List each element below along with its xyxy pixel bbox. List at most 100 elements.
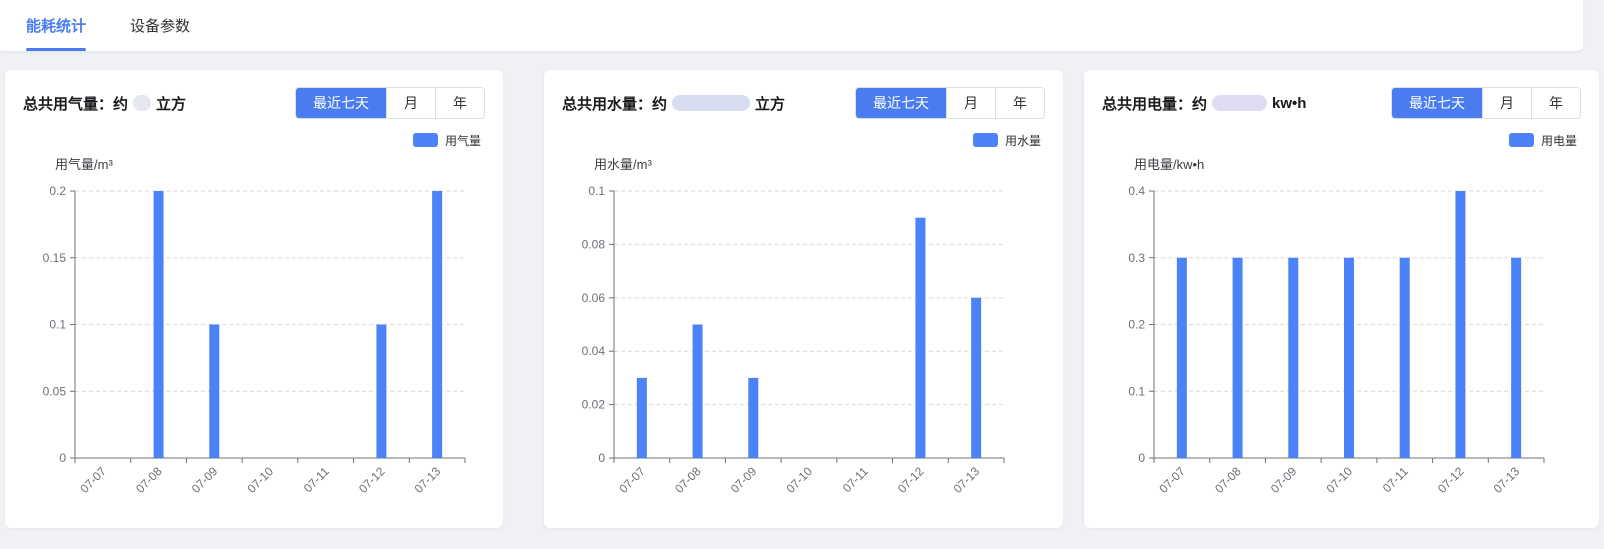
svg-text:07-08: 07-08 xyxy=(133,464,165,496)
y-axis-title: 用气量/m³ xyxy=(55,154,485,173)
bar-07-07[interactable] xyxy=(637,378,647,458)
panel-gas-usage: 总共用气量：约 立方 最近七天月年 用气量 用气量/m³ 0 0.05 0.1 0.1… xyxy=(5,70,503,528)
svg-text:07-11: 07-11 xyxy=(840,464,871,495)
svg-text:07-11: 07-11 xyxy=(301,464,332,495)
panel-electricity-title-unit: kw•h xyxy=(1272,95,1306,112)
bar-07-08[interactable] xyxy=(154,191,164,458)
svg-text:07-12: 07-12 xyxy=(895,464,927,496)
bar-07-12[interactable] xyxy=(1455,191,1465,458)
bar-07-13[interactable] xyxy=(971,298,981,458)
svg-text:07-07: 07-07 xyxy=(1156,464,1188,496)
tab-bar: 能耗统计 设备参数 xyxy=(0,0,1583,52)
bar-07-08[interactable] xyxy=(1233,258,1243,458)
svg-text:07-13: 07-13 xyxy=(1491,464,1523,496)
svg-text:0.2: 0.2 xyxy=(1128,318,1145,332)
svg-text:0.2: 0.2 xyxy=(49,184,66,198)
range-button-month[interactable]: 月 xyxy=(946,88,995,118)
svg-text:0: 0 xyxy=(1138,451,1145,465)
gas-usage-chart[interactable]: 0 0.05 0.1 0.15 0.2 07-07 07-08 07-09 07-10 07-11… xyxy=(23,175,485,522)
legend-swatch xyxy=(973,133,998,147)
svg-text:0.4: 0.4 xyxy=(1128,184,1145,198)
legend-label: 用电量 xyxy=(1541,132,1577,149)
legend-swatch xyxy=(1509,133,1534,147)
bar-07-12[interactable] xyxy=(376,325,386,459)
svg-text:07-07: 07-07 xyxy=(616,464,648,496)
svg-text:0.3: 0.3 xyxy=(1128,251,1145,265)
range-button-last-7-days[interactable]: 最近七天 xyxy=(856,88,946,118)
svg-text:0.1: 0.1 xyxy=(1128,384,1145,398)
redacted-value xyxy=(1212,95,1267,111)
active-tab-underline xyxy=(26,48,86,51)
svg-text:07-10: 07-10 xyxy=(784,464,816,496)
panel-water-title-text: 总共用水量：约 xyxy=(562,93,667,114)
bar-07-09[interactable] xyxy=(748,378,758,458)
redacted-value xyxy=(133,95,151,111)
svg-text:07-11: 07-11 xyxy=(1380,464,1411,495)
svg-text:0.05: 0.05 xyxy=(43,384,67,398)
y-axis-title: 用电量/kw•h xyxy=(1134,154,1581,173)
legend: 用水量 xyxy=(562,132,1045,148)
range-button-group: 最近七天月年 xyxy=(295,87,485,119)
panel-water-usage: 总共用水量：约 立方 最近七天月年 用水量 用水量/m³ 00.020.040.… xyxy=(544,70,1063,528)
range-button-last-7-days[interactable]: 最近七天 xyxy=(1392,88,1482,118)
svg-text:07-08: 07-08 xyxy=(1212,464,1244,496)
svg-text:0.02: 0.02 xyxy=(582,398,606,412)
bar-07-13[interactable] xyxy=(1511,258,1521,458)
water-usage-chart[interactable]: 00.020.040.060.080.107-0707-0807-0907-10… xyxy=(562,175,1045,522)
svg-text:0: 0 xyxy=(59,451,66,465)
tab-energy-stats[interactable]: 能耗统计 xyxy=(26,0,86,51)
bar-07-08[interactable] xyxy=(693,325,703,459)
svg-text:0.08: 0.08 xyxy=(582,237,606,251)
svg-text:0: 0 xyxy=(598,451,605,465)
dashboard-cards-row: 总共用气量：约 立方 最近七天月年 用气量 用气量/m³ 00.050.10.1… xyxy=(0,70,1604,528)
svg-text:07-09: 07-09 xyxy=(189,464,221,496)
svg-text:07-09: 07-09 xyxy=(1268,464,1300,496)
legend: 用气量 xyxy=(23,132,485,148)
bar-07-11[interactable] xyxy=(1400,258,1410,458)
range-button-year[interactable]: 年 xyxy=(995,88,1044,118)
svg-text:07-08: 07-08 xyxy=(672,464,704,496)
tab-energy-stats-label: 能耗统计 xyxy=(26,15,86,36)
bar-07-12[interactable] xyxy=(915,218,925,458)
panel-water-title-unit: 立方 xyxy=(755,93,785,114)
range-button-last-7-days[interactable]: 最近七天 xyxy=(296,88,386,118)
panel-electricity-title-text: 总共用电量：约 xyxy=(1102,93,1207,114)
panel-electricity-usage: 总共用电量：约 kw•h 最近七天月年 用电量 用电量/kw•h 0 0.1 0.2… xyxy=(1084,70,1599,528)
panel-gas-header: 总共用气量：约 立方 最近七天月年 xyxy=(23,86,485,120)
svg-text:07-10: 07-10 xyxy=(1324,464,1356,496)
panel-water-title: 总共用水量：约 立方 xyxy=(562,93,785,114)
range-button-month[interactable]: 月 xyxy=(386,88,435,118)
bar-07-07[interactable] xyxy=(1177,258,1187,458)
range-button-month[interactable]: 月 xyxy=(1482,88,1531,118)
svg-text:07-13: 07-13 xyxy=(412,464,444,496)
svg-text:0.1: 0.1 xyxy=(49,318,66,332)
range-button-group: 最近七天月年 xyxy=(855,87,1045,119)
panel-gas-title: 总共用气量：约 立方 xyxy=(23,93,186,114)
bar-07-09[interactable] xyxy=(1288,258,1298,458)
svg-text:07-07: 07-07 xyxy=(77,464,109,496)
bar-07-10[interactable] xyxy=(1344,258,1354,458)
legend-label: 用气量 xyxy=(445,132,481,149)
panel-electricity-title: 总共用电量：约 kw•h xyxy=(1102,93,1306,114)
y-axis-title: 用水量/m³ xyxy=(594,154,1045,173)
svg-text:0.1: 0.1 xyxy=(588,184,605,198)
svg-text:07-12: 07-12 xyxy=(1435,464,1467,496)
svg-text:0.06: 0.06 xyxy=(582,291,606,305)
svg-text:07-13: 07-13 xyxy=(951,464,983,496)
electricity-usage-chart[interactable]: 0 0.1 0.2 0.3 0.4 07-07 07-08 07-09 07-10 07-11 07… xyxy=(1102,175,1581,522)
svg-text:07-10: 07-10 xyxy=(245,464,277,496)
svg-text:0.15: 0.15 xyxy=(43,251,67,265)
range-button-group: 最近七天月年 xyxy=(1391,87,1581,119)
redacted-value xyxy=(672,95,750,111)
legend: 用电量 xyxy=(1102,132,1581,148)
legend-label: 用水量 xyxy=(1005,132,1041,149)
bar-07-09[interactable] xyxy=(209,325,219,459)
tab-device-params[interactable]: 设备参数 xyxy=(130,0,190,51)
legend-swatch xyxy=(413,133,438,147)
tab-device-params-label: 设备参数 xyxy=(130,15,190,36)
range-button-year[interactable]: 年 xyxy=(435,88,484,118)
bar-07-13[interactable] xyxy=(432,191,442,458)
panel-water-header: 总共用水量：约 立方 最近七天月年 xyxy=(562,86,1045,120)
range-button-year[interactable]: 年 xyxy=(1531,88,1580,118)
panel-electricity-header: 总共用电量：约 kw•h 最近七天月年 xyxy=(1102,86,1581,120)
